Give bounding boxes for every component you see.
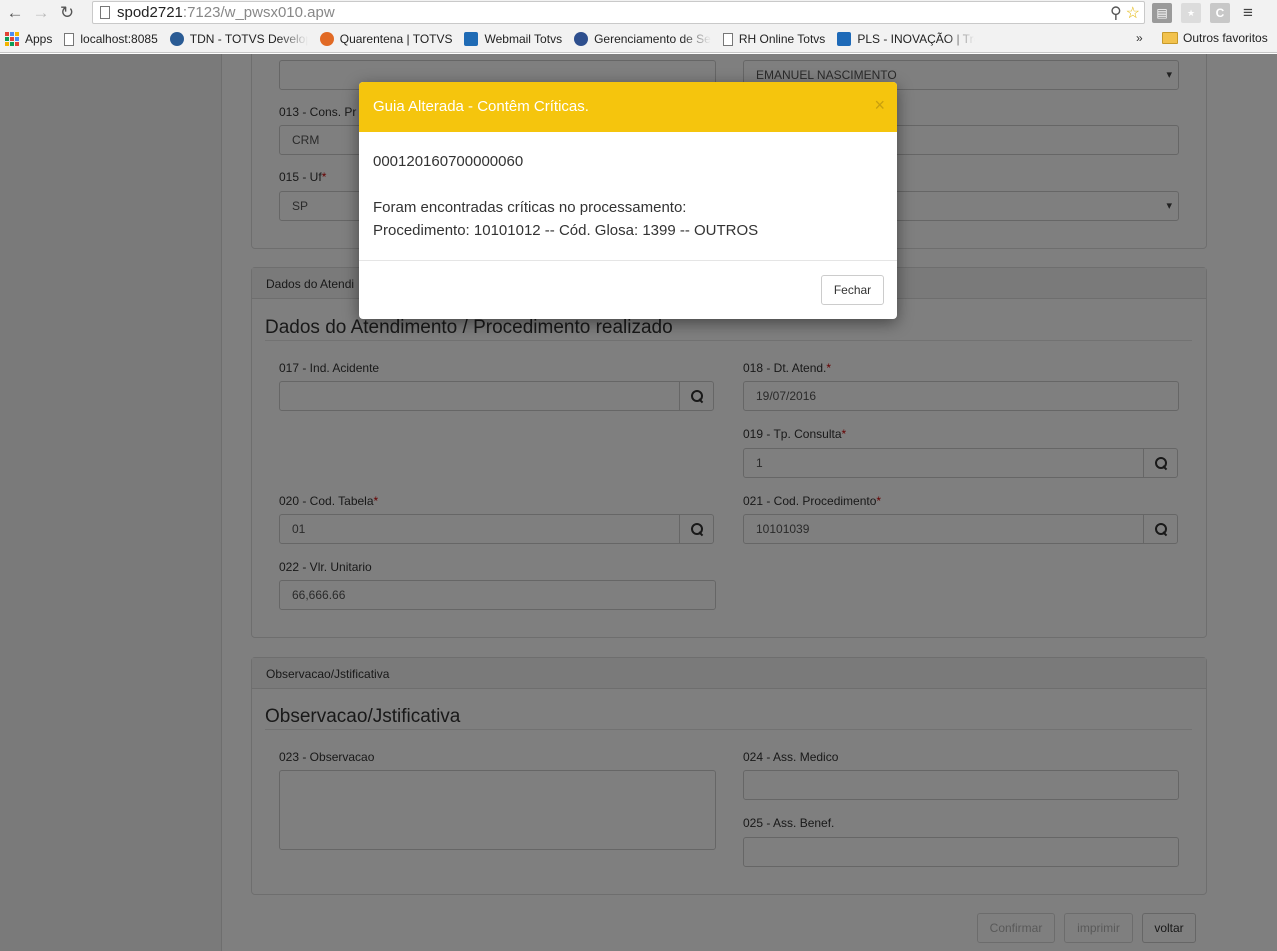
more-bookmarks-chevron-icon[interactable]: » [1136,31,1143,45]
globe-icon [574,32,589,46]
back-arrow-icon[interactable]: ← [4,2,26,24]
tdn-globe-icon [169,32,184,46]
page-icon [722,32,733,46]
critique-detail: Procedimento: 10101012 -- Cód. Glosa: 13… [373,222,759,239]
bookmark-webmail[interactable]: Webmail Totvs [464,32,562,46]
modal-footer: Fechar [359,261,897,319]
reload-icon[interactable]: ↻ [56,2,78,24]
bookmark-gerenciamento[interactable]: Gerenciamento de Se [574,32,711,46]
close-icon[interactable]: × [874,96,885,114]
bookmark-quarentena[interactable]: Quarentena | TOTVS [319,32,452,46]
browser-menu-icon[interactable]: ≡ [1239,3,1257,23]
page-icon [100,6,110,19]
extension-icon[interactable]: ▤ [1152,3,1172,23]
apps-grid-icon [5,32,19,46]
quarantine-icon [319,32,334,46]
critique-modal: Guia Alterada - Contêm Críticas. × 00012… [359,82,897,319]
modal-body: 000120160700000060 Foram encontradas crí… [359,132,897,261]
bookmark-rh-online[interactable]: RH Online Totvs [722,32,825,46]
guide-number: 000120160700000060 [373,153,524,170]
folder-icon [1162,32,1178,44]
modal-title: Guia Alterada - Contêm Críticas. [373,98,589,115]
address-bar[interactable]: spod2721:7123/w_pwsx010.apw ⚲ ☆ [92,1,1145,24]
bookmark-other-favorites[interactable]: Outros favoritos [1162,31,1268,45]
page-viewport: EMANUEL NASCIMENTO 013 - Cons. Pr CRM 01… [0,54,1277,951]
bookmark-pls[interactable]: PLS - INOVAÇÃO | Tre [837,32,975,46]
extension-icon[interactable]: ★ [1181,3,1201,23]
extension-icon[interactable]: C [1210,3,1230,23]
url-host: spod2721 [117,4,183,21]
outlook-icon [464,32,479,46]
url-path: :7123/w_pwsx010.apw [182,4,335,21]
browser-toolbar: ← → ↻ spod2721:7123/w_pwsx010.apw ⚲ ☆ ▤ … [0,0,1277,26]
bookmarks-bar: Apps localhost:8085 TDN - TOTVS Develop … [0,26,1277,53]
bookmark-localhost[interactable]: localhost:8085 [64,32,158,46]
close-modal-button[interactable]: Fechar [821,275,884,305]
bookmark-star-icon[interactable]: ☆ [1126,3,1140,23]
forward-arrow-icon[interactable]: → [30,2,52,24]
bookmark-apps[interactable]: Apps [0,32,52,46]
critique-message: Foram encontradas críticas no processame… [373,199,687,216]
trello-icon [837,32,852,46]
modal-header: Guia Alterada - Contêm Críticas. × [359,82,897,132]
page-icon [64,32,75,46]
bookmark-tdn[interactable]: TDN - TOTVS Develop [169,32,308,46]
zoom-icon[interactable]: ⚲ [1110,3,1122,23]
